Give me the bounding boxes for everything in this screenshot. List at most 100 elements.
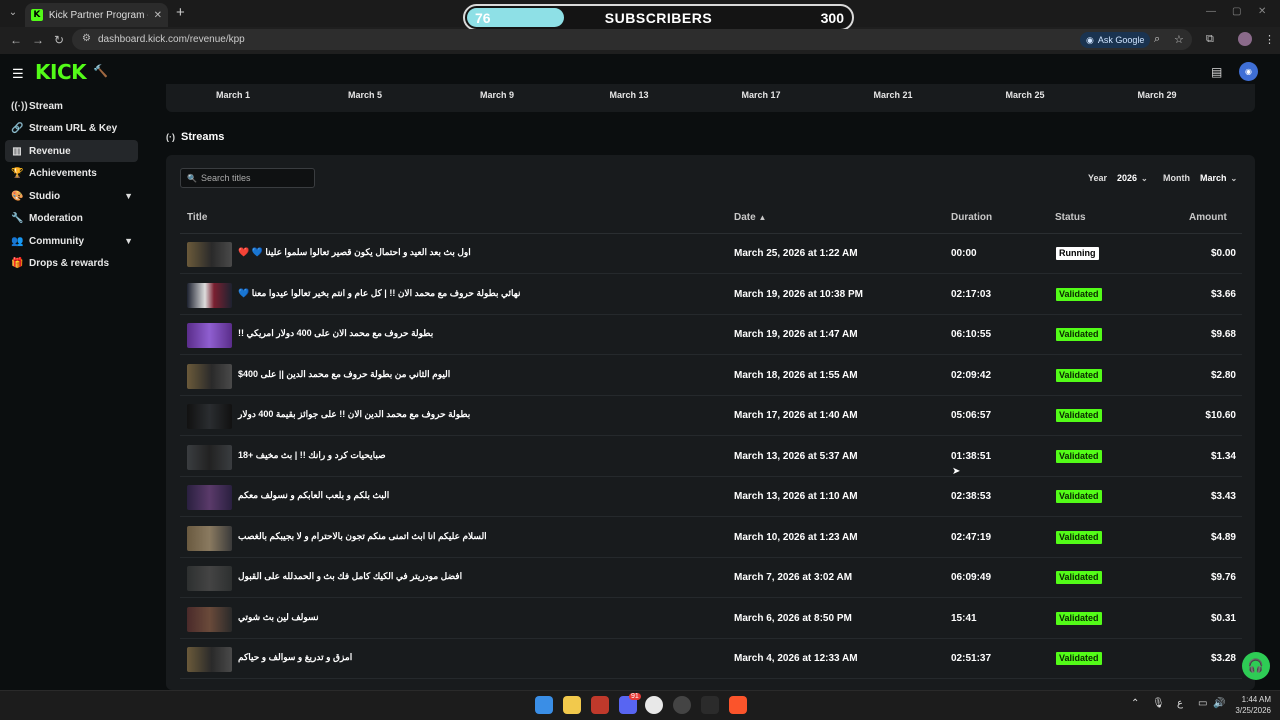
bookmark-star-icon[interactable]: ☆ <box>1174 33 1184 46</box>
browser-tab[interactable]: K Kick Partner Program - Kick Da ✕ <box>25 3 168 27</box>
table-row[interactable]: اول بث بعد العيد و احتمال يكون قصير تعال… <box>180 234 1242 274</box>
reload-icon[interactable]: ↻ <box>54 33 64 47</box>
chevron-down-icon[interactable]: ▼ <box>124 236 133 246</box>
sidebar-item-moderation[interactable]: 🔧 Moderation <box>5 207 138 229</box>
stream-title[interactable]: اول بث بعد العيد و احتمال يكون قصير تعال… <box>238 247 471 258</box>
stream-title[interactable]: امزق و تدريغ و سوالف و حياكم <box>238 652 352 663</box>
stream-duration: 02:38:53 <box>951 491 992 502</box>
table-row[interactable]: البث بلكم و بلعب العابكم و نسولف معكم Mar… <box>180 477 1242 517</box>
network-icon[interactable]: ▭ <box>1198 698 1207 709</box>
month-select[interactable]: March ⌄ <box>1194 169 1243 187</box>
hammer-icon[interactable]: 🔨 <box>93 64 108 78</box>
sidebar-item-stream[interactable]: ((·)) Stream <box>5 95 138 117</box>
column-header-title[interactable]: Title <box>187 212 207 223</box>
status-badge: Validated <box>1056 287 1102 301</box>
obs-icon[interactable] <box>673 696 691 714</box>
stream-thumbnail[interactable] <box>187 242 232 267</box>
file-explorer-icon[interactable] <box>563 696 581 714</box>
table-row[interactable]: نهائي بطولة حروف مع محمد الان !! | كل عا… <box>180 275 1242 315</box>
year-select[interactable]: 2026 ⌄ <box>1111 169 1154 187</box>
table-row[interactable]: اليوم الثاني من بطولة حروف مع محمد الدين… <box>180 356 1242 396</box>
language-icon[interactable]: ع <box>1177 698 1183 709</box>
table-row[interactable]: بطولة حروف مع محمد الان على 400 دولار ام… <box>180 315 1242 355</box>
stream-thumbnail[interactable] <box>187 525 232 551</box>
kick-logo[interactable]: KICK <box>35 60 87 84</box>
table-row[interactable]: صبايحيات كرد و رانك !! | بث مخيف +18 Marc… <box>180 437 1242 477</box>
windows-start-icon[interactable] <box>535 696 553 714</box>
stream-thumbnail[interactable] <box>187 282 232 308</box>
subscriber-goal: 300 <box>820 10 844 26</box>
column-header-status[interactable]: Status <box>1055 212 1086 223</box>
stream-thumbnail[interactable] <box>187 606 232 632</box>
stream-thumbnail[interactable] <box>187 323 232 348</box>
tray-chevron-up-icon[interactable]: ⌃ <box>1131 698 1139 709</box>
stream-title[interactable]: بطولة حروف مع محمد الدين الان !! على جوا… <box>238 409 470 420</box>
menu-icon[interactable]: ☰ <box>12 66 24 82</box>
back-icon[interactable]: ← <box>10 33 22 47</box>
sidebar-item-achievements[interactable]: 🏆 Achievements <box>5 162 138 184</box>
stream-title[interactable]: نهائي بطولة حروف مع محمد الان !! | كل عا… <box>238 288 520 299</box>
forward-icon[interactable]: → <box>32 33 44 47</box>
browser-profile-avatar[interactable] <box>1238 32 1252 46</box>
microphone-icon[interactable]: 🎙 <box>1152 698 1165 709</box>
stream-amount: $9.68 <box>1210 329 1236 340</box>
close-window-icon[interactable]: ✕ <box>1258 6 1266 17</box>
stream-thumbnail[interactable] <box>187 363 232 389</box>
new-tab-icon[interactable]: + <box>176 4 185 21</box>
sidebar-item-studio[interactable]: 🎨 Studio ▼ <box>5 185 138 207</box>
stream-title[interactable]: بطولة حروف مع محمد الان على 400 دولار ام… <box>238 328 433 339</box>
maximize-icon[interactable]: ▢ <box>1232 6 1241 17</box>
stream-title[interactable]: نسولف لين بث شوتي <box>238 612 319 623</box>
help-chat-button[interactable]: 🎧 <box>1242 652 1270 680</box>
stream-title[interactable]: افضل مودريتر في الكيك كامل فك بث و الحمد… <box>238 571 462 582</box>
chevron-down-icon[interactable]: ▼ <box>124 191 133 201</box>
minimize-icon[interactable]: — <box>1206 6 1216 17</box>
sidebar-item-drops-rewards[interactable]: 🎁 Drops & rewards <box>5 252 138 274</box>
stream-title[interactable]: البث بلكم و بلعب العابكم و نسولف معكم <box>238 490 389 501</box>
stream-thumbnail[interactable] <box>187 485 232 510</box>
sidebar-item-community[interactable]: 👥 Community ▼ <box>5 230 138 252</box>
taskbar-clock[interactable]: 1:44 AM 3/25/2026 <box>1225 694 1271 716</box>
stream-date: March 17, 2026 at 1:40 AM <box>734 410 858 421</box>
stream-thumbnail[interactable] <box>187 404 232 429</box>
stream-thumbnail[interactable] <box>187 566 232 591</box>
stream-title[interactable]: صبايحيات كرد و رانك !! | بث مخيف +18 <box>238 450 386 461</box>
epic-games-icon[interactable] <box>701 696 719 714</box>
user-avatar[interactable]: ◉ <box>1239 62 1258 81</box>
extensions-icon[interactable]: ⧉ <box>1206 33 1214 46</box>
ask-google-button[interactable]: ◉ Ask Google <box>1080 32 1151 48</box>
column-header-date[interactable]: Date ▲ <box>734 212 766 223</box>
stream-date: March 7, 2026 at 3:02 AM <box>734 572 853 583</box>
table-row[interactable]: بطولة حروف مع محمد الدين الان !! على جوا… <box>180 396 1242 436</box>
url-text[interactable]: dashboard.kick.com/revenue/kpp <box>98 34 245 45</box>
table-row[interactable]: افضل مودريتر في الكيك كامل فك بث و الحمد… <box>180 558 1242 598</box>
site-info-icon[interactable]: ⚙ <box>82 33 91 44</box>
stream-title[interactable]: اليوم الثاني من بطولة حروف مع محمد الدين… <box>238 369 450 380</box>
stream-amount: $10.60 <box>1205 410 1236 421</box>
sidebar-item-label: Stream URL & Key <box>29 122 118 134</box>
brave-icon[interactable] <box>729 696 747 714</box>
sidebar-item-revenue[interactable]: ▥ Revenue <box>5 140 138 162</box>
column-header-duration[interactable]: Duration <box>951 212 992 223</box>
table-row[interactable]: امزق و تدريغ و سوالف و حياكم March 4, 202… <box>180 639 1242 679</box>
stream-date: March 25, 2026 at 1:22 AM <box>734 248 858 259</box>
table-row[interactable]: نسولف لين بث شوتي March 6, 2026 at 8:50 P… <box>180 599 1242 639</box>
sidebar-item-stream-url-key[interactable]: 🔗 Stream URL & Key <box>5 117 138 139</box>
table-row[interactable]: السلام عليكم انا ابث اتمنى منكم تجون بال… <box>180 518 1242 558</box>
stream-thumbnail[interactable] <box>187 444 232 470</box>
volume-icon[interactable]: 🔊 <box>1213 698 1225 709</box>
acrobat-icon[interactable] <box>591 696 609 714</box>
close-tab-icon[interactable]: ✕ <box>154 10 162 21</box>
sidebar-item-label: Achievements <box>29 167 97 179</box>
search-input[interactable] <box>200 173 311 183</box>
stream-thumbnail[interactable] <box>187 647 232 672</box>
search-box[interactable]: 🔍 <box>180 168 315 188</box>
tab-search-icon[interactable]: ⌄ <box>5 5 21 21</box>
wallet-icon[interactable]: ▤ <box>1211 65 1222 79</box>
column-header-amount[interactable]: Amount <box>1189 212 1227 223</box>
chrome-icon[interactable] <box>645 696 663 714</box>
zoom-icon[interactable]: ⌕ <box>1154 33 1160 46</box>
browser-menu-icon[interactable]: ⋮ <box>1264 33 1275 46</box>
stream-duration: 06:10:55 <box>951 329 992 340</box>
stream-title[interactable]: السلام عليكم انا ابث اتمنى منكم تجون بال… <box>238 531 487 542</box>
